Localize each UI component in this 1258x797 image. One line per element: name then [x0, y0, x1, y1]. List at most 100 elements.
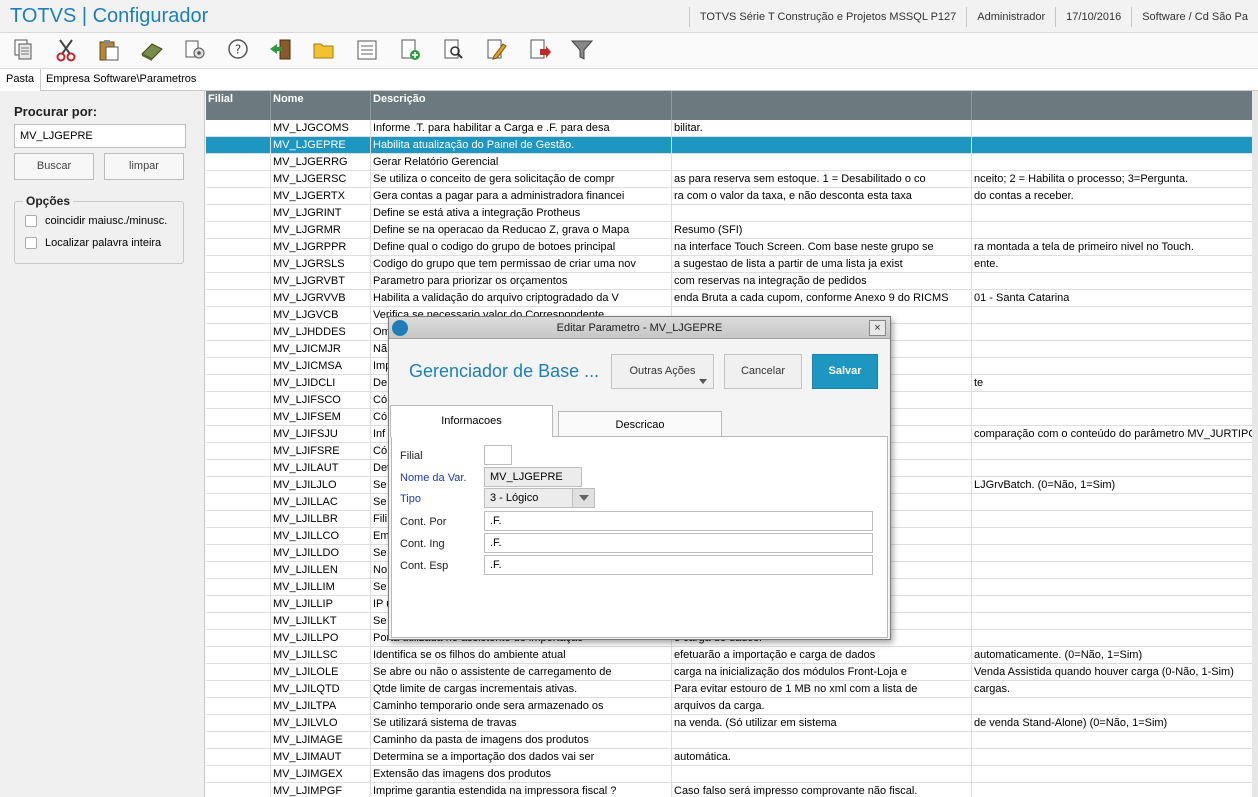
cell-nome: MV_LJIFSCO: [271, 392, 371, 409]
cell-descricao: Gera contas a pagar para a administrador…: [371, 188, 672, 205]
dialog-title-bar[interactable]: Editar Parametro - MV_LJGEPRE ×: [389, 317, 890, 339]
table-row[interactable]: MV_LJGERSC Se utiliza o conceito de gera …: [206, 171, 1258, 188]
dialog-heading: Gerenciador de Base ...: [409, 361, 600, 381]
match-case-checkbox[interactable]: [25, 215, 37, 227]
export-icon[interactable]: [526, 37, 552, 63]
cell-descricao-2: enda Bruta a cada cupom, conforme Anexo …: [672, 290, 972, 307]
cell-descricao: Extensão das imagens dos produtos: [371, 766, 672, 783]
cont-por-field[interactable]: [484, 511, 873, 531]
cell-filial: [206, 698, 271, 715]
clear-button[interactable]: limpar: [104, 153, 184, 180]
cont-ing-label: Cont. Ing: [400, 538, 445, 550]
cell-descricao-3: [972, 732, 1258, 749]
cell-filial: [206, 596, 271, 613]
cell-descricao-3: Venda Assistida quando houver carga (0-N…: [974, 666, 1234, 678]
column-header-nome[interactable]: Nome: [271, 91, 371, 120]
cell-descricao-3: [972, 630, 1258, 647]
table-row[interactable]: MV_LJGRSLS Codigo do grupo que tem permis…: [206, 256, 1258, 273]
cell-nome: MV_LJILVLO: [271, 715, 371, 732]
tipo-select[interactable]: 3 - Lógico: [484, 488, 595, 508]
informacoes-panel: Filial Nome da Var. Tipo 3 - Lógico Cont…: [391, 436, 888, 638]
table-row[interactable]: MV_LJILQTD Qtde limite de cargas incremen…: [206, 681, 1258, 698]
cell-descricao-3: [972, 545, 1258, 562]
cell-descricao-2: automática.: [672, 749, 972, 766]
cell-descricao: Codigo do grupo que tem permissao de cri…: [371, 256, 672, 273]
cont-esp-field[interactable]: [484, 555, 873, 575]
edit-icon[interactable]: [483, 37, 509, 63]
cell-descricao: Imprime garantia estendida na impressora…: [371, 783, 672, 797]
cell-filial: [206, 511, 271, 528]
cut-icon[interactable]: [53, 37, 79, 63]
table-row[interactable]: MV_LJIMAUT Determina se a importação dos …: [206, 749, 1258, 766]
exit-icon[interactable]: [268, 37, 294, 63]
cell-descricao-3: [972, 596, 1258, 613]
search-input[interactable]: [14, 124, 186, 148]
cell-descricao: Qtde limite de cargas incrementais ativa…: [371, 681, 672, 698]
table-row[interactable]: MV_LJIMPGF Imprime garantia estendida na…: [206, 783, 1258, 797]
cell-descricao-3: [972, 307, 1258, 324]
search-document-icon[interactable]: [440, 37, 466, 63]
cell-descricao-3: te: [974, 377, 984, 389]
cell-descricao-3: [972, 460, 1258, 477]
cell-descricao-2: na venda. (Só utilizar em sistema: [672, 715, 972, 732]
list-icon[interactable]: [354, 37, 380, 63]
table-row[interactable]: MV_LJGERTX Gera contas a pagar para a adm…: [206, 188, 1258, 205]
table-row[interactable]: MV_LJILOLE Se abre ou não o assistente de…: [206, 664, 1258, 681]
chevron-down-icon[interactable]: [572, 489, 594, 507]
cell-nome: MV_LJIFSRE: [271, 443, 371, 460]
table-row[interactable]: MV_LJGRVVB Habilita a validação do arquiv…: [206, 290, 1258, 307]
whole-word-checkbox[interactable]: [25, 237, 37, 249]
table-row[interactable]: MV_LJIMAGE Caminho da pasta de imagens do…: [206, 732, 1258, 749]
table-row[interactable]: MV_LJGEPRE Habilita atualização do Painel…: [206, 137, 1258, 154]
table-row[interactable]: MV_LJGRPPR Define qual o codigo do grupo …: [206, 239, 1258, 256]
table-row[interactable]: MV_LJGRVBT Parametro para priorizar os or…: [206, 273, 1258, 290]
column-header-descricao-2[interactable]: [672, 91, 972, 120]
tab-pasta[interactable]: Pasta: [0, 69, 42, 91]
table-row[interactable]: MV_LJGCOMS Informe .T. para habilitar a C…: [206, 120, 1258, 137]
folder-tab-bar: Pasta Empresa Software\Parametros: [0, 69, 1258, 91]
search-button[interactable]: Buscar: [14, 153, 94, 180]
column-header-filial[interactable]: Filial: [206, 91, 271, 120]
cancel-button[interactable]: Cancelar: [724, 354, 802, 389]
tipo-value: 3 - Lógico: [490, 492, 539, 504]
copy-icon[interactable]: [10, 37, 36, 63]
cell-descricao-3: [972, 766, 1258, 783]
settings-icon[interactable]: [182, 37, 208, 63]
tab-descricao[interactable]: Descricao: [558, 411, 722, 437]
cell-descricao-3: [972, 613, 1258, 630]
table-row[interactable]: MV_LJGRINT Define se está ativa a integra…: [206, 205, 1258, 222]
tab-informacoes[interactable]: Informacoes: [390, 405, 553, 437]
eraser-icon[interactable]: [139, 37, 165, 63]
cell-nome: MV_LJGVCB: [271, 307, 371, 324]
table-row[interactable]: MV_LJILTPA Caminho temporario onde sera a…: [206, 698, 1258, 715]
cont-ing-field[interactable]: [484, 533, 873, 553]
nome-var-field[interactable]: [484, 467, 582, 487]
add-document-icon[interactable]: [397, 37, 423, 63]
column-header-descricao[interactable]: Descrição: [371, 91, 672, 120]
table-row[interactable]: MV_LJGRMR Define se na operacao da Reduca…: [206, 222, 1258, 239]
table-row[interactable]: MV_LJILLSC Identifica se os filhos do amb…: [206, 647, 1258, 664]
filter-icon[interactable]: [569, 37, 595, 63]
cell-descricao-2: Para evitar estouro de 1 MB no xml com a…: [672, 681, 972, 698]
grid-scrollbar[interactable]: [1252, 91, 1258, 797]
filial-field[interactable]: [484, 445, 512, 465]
option-whole-word[interactable]: Localizar palavra inteira: [25, 237, 161, 249]
help-icon[interactable]: ?: [225, 37, 251, 63]
cell-descricao-3: 01 - Santa Catarina: [974, 292, 1070, 304]
cell-nome: MV_LJGERRG: [271, 154, 371, 171]
option-match-case[interactable]: coincidir maiusc./minusc.: [25, 215, 167, 227]
cell-nome: MV_LJGERSC: [271, 171, 371, 188]
close-icon[interactable]: ×: [869, 320, 886, 336]
cell-descricao-3: do contas a receber.: [974, 190, 1074, 202]
cell-filial: [206, 715, 271, 732]
cell-descricao-2: [672, 766, 972, 783]
table-row[interactable]: MV_LJIMGEX Extensão das imagens dos produ…: [206, 766, 1258, 783]
save-button[interactable]: Salvar: [812, 354, 878, 389]
cell-descricao-2: [672, 154, 972, 171]
folder-icon[interactable]: [311, 37, 337, 63]
paste-icon[interactable]: [96, 37, 122, 63]
other-actions-button[interactable]: Outras Ações: [611, 354, 714, 389]
table-row[interactable]: MV_LJILVLO Se utilizará sistema de travas…: [206, 715, 1258, 732]
column-header-descricao-3[interactable]: [972, 91, 1258, 120]
table-row[interactable]: MV_LJGERRG Gerar Relatório Gerencial: [206, 154, 1258, 171]
